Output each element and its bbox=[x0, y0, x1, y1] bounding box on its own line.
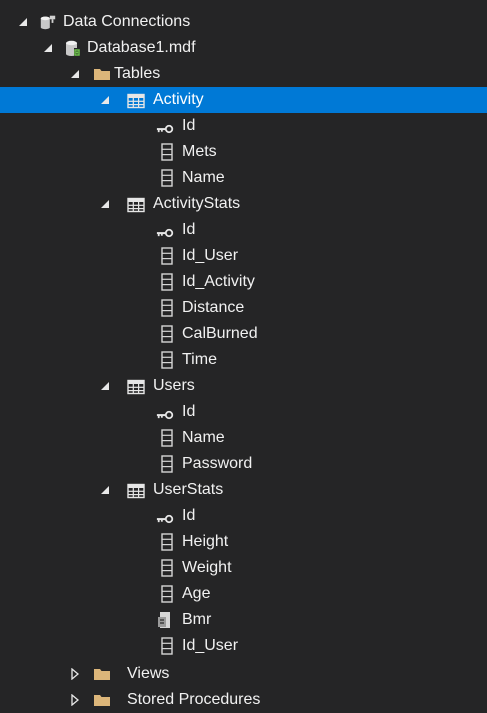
tree-label: UserStats bbox=[153, 481, 224, 498]
expanded-arrow-icon[interactable] bbox=[68, 67, 82, 81]
table-icon bbox=[127, 196, 145, 214]
tree-label: Id_User bbox=[182, 247, 239, 264]
tree-label: Height bbox=[182, 533, 229, 550]
tree-node-column[interactable]: Id bbox=[0, 399, 487, 425]
tree-label: Id_Activity bbox=[182, 273, 255, 290]
tree-label: Id_User bbox=[182, 637, 239, 654]
column-icon bbox=[158, 351, 176, 369]
tree-label: Users bbox=[153, 377, 195, 394]
tree-node-column[interactable]: Height bbox=[0, 529, 487, 555]
primary-key-icon bbox=[156, 224, 174, 242]
data-connections-icon bbox=[39, 13, 57, 31]
tree-node-column[interactable]: Id_User bbox=[0, 633, 487, 659]
primary-key-icon bbox=[156, 510, 174, 528]
database-icon bbox=[64, 39, 82, 57]
folder-icon bbox=[93, 65, 111, 83]
tree-label: CalBurned bbox=[182, 325, 258, 342]
tree-node-column[interactable]: Id bbox=[0, 113, 487, 139]
tree-label: Distance bbox=[182, 299, 245, 316]
tree-label: Views bbox=[127, 665, 170, 682]
column-icon bbox=[158, 247, 176, 265]
tree-node-column[interactable]: Id bbox=[0, 503, 487, 529]
tree-label: Id bbox=[182, 221, 196, 238]
tree-label: Time bbox=[182, 351, 217, 368]
tree-node-table-userstats[interactable]: UserStats bbox=[0, 477, 487, 503]
tree-label: Activity bbox=[153, 91, 204, 108]
tree-node-column[interactable]: Id_Activity bbox=[0, 269, 487, 295]
expanded-arrow-icon[interactable] bbox=[16, 15, 30, 29]
tree-node-column[interactable]: Name bbox=[0, 165, 487, 191]
expanded-arrow-icon[interactable] bbox=[98, 483, 112, 497]
tree-node-table-users[interactable]: Users bbox=[0, 373, 487, 399]
tree-label: Weight bbox=[182, 559, 232, 576]
tree-node-database[interactable]: Database1.mdf bbox=[0, 35, 487, 61]
column-icon bbox=[158, 169, 176, 187]
expanded-arrow-icon[interactable] bbox=[41, 41, 55, 55]
folder-icon bbox=[93, 665, 111, 683]
column-icon bbox=[158, 429, 176, 447]
tree-node-column[interactable]: Bmr bbox=[0, 607, 487, 633]
primary-key-icon bbox=[156, 406, 174, 424]
tree-node-table-activity[interactable]: Activity bbox=[0, 87, 487, 113]
clipped-top-row bbox=[0, 0, 487, 6]
tree-label: Bmr bbox=[182, 611, 212, 628]
column-icon bbox=[158, 143, 176, 161]
column-icon bbox=[158, 325, 176, 343]
tree-node-column[interactable]: CalBurned bbox=[0, 321, 487, 347]
tree-node-column[interactable]: Time bbox=[0, 347, 487, 373]
tree-label: Age bbox=[182, 585, 211, 602]
tree-node-views-folder[interactable]: Views bbox=[0, 661, 487, 687]
tree-label: Name bbox=[182, 429, 225, 446]
tree-node-data-connections[interactable]: Data Connections bbox=[0, 9, 487, 35]
tree-label: Database1.mdf bbox=[87, 39, 196, 56]
collapsed-arrow-icon[interactable] bbox=[68, 667, 82, 681]
table-icon bbox=[127, 92, 145, 110]
expanded-arrow-icon[interactable] bbox=[98, 93, 112, 107]
column-icon bbox=[158, 299, 176, 317]
tree-node-column[interactable]: Distance bbox=[0, 295, 487, 321]
column-icon bbox=[158, 585, 176, 603]
folder-icon bbox=[93, 691, 111, 709]
expanded-arrow-icon[interactable] bbox=[98, 197, 112, 211]
column-icon bbox=[158, 559, 176, 577]
column-icon bbox=[158, 637, 176, 655]
column-icon bbox=[158, 533, 176, 551]
tree-label: Id bbox=[182, 403, 196, 420]
tree-label: Id bbox=[182, 507, 196, 524]
tree-label: Mets bbox=[182, 143, 217, 160]
tree-label: Name bbox=[182, 169, 225, 186]
expanded-arrow-icon[interactable] bbox=[98, 379, 112, 393]
table-icon bbox=[127, 378, 145, 396]
collapsed-arrow-icon[interactable] bbox=[68, 693, 82, 707]
tree-label: Stored Procedures bbox=[127, 691, 261, 708]
tree-label: Password bbox=[182, 455, 253, 472]
tree-node-column[interactable]: Name bbox=[0, 425, 487, 451]
column-icon bbox=[158, 455, 176, 473]
tree-node-column[interactable]: Id bbox=[0, 217, 487, 243]
tree-label: ActivityStats bbox=[153, 195, 241, 212]
tree-node-column[interactable]: Age bbox=[0, 581, 487, 607]
tree-node-tables-folder[interactable]: Tables bbox=[0, 61, 487, 87]
tree-node-column[interactable]: Weight bbox=[0, 555, 487, 581]
tree-node-column[interactable]: Id_User bbox=[0, 243, 487, 269]
tree-label: Data Connections bbox=[63, 13, 191, 30]
server-explorer-tree: Data Connections Database1.mdf Tables Ac… bbox=[0, 0, 487, 708]
tree-label: Tables bbox=[114, 65, 161, 82]
table-icon bbox=[127, 482, 145, 500]
tree-node-table-activitystats[interactable]: ActivityStats bbox=[0, 191, 487, 217]
column-icon bbox=[158, 273, 176, 291]
tree-node-column[interactable]: Mets bbox=[0, 139, 487, 165]
primary-key-icon bbox=[156, 120, 174, 138]
tree-node-column[interactable]: Password bbox=[0, 451, 487, 477]
computed-column-icon bbox=[156, 611, 174, 629]
tree-label: Id bbox=[182, 117, 196, 134]
tree-node-stored-procedures-folder[interactable]: Stored Procedures bbox=[0, 687, 487, 713]
